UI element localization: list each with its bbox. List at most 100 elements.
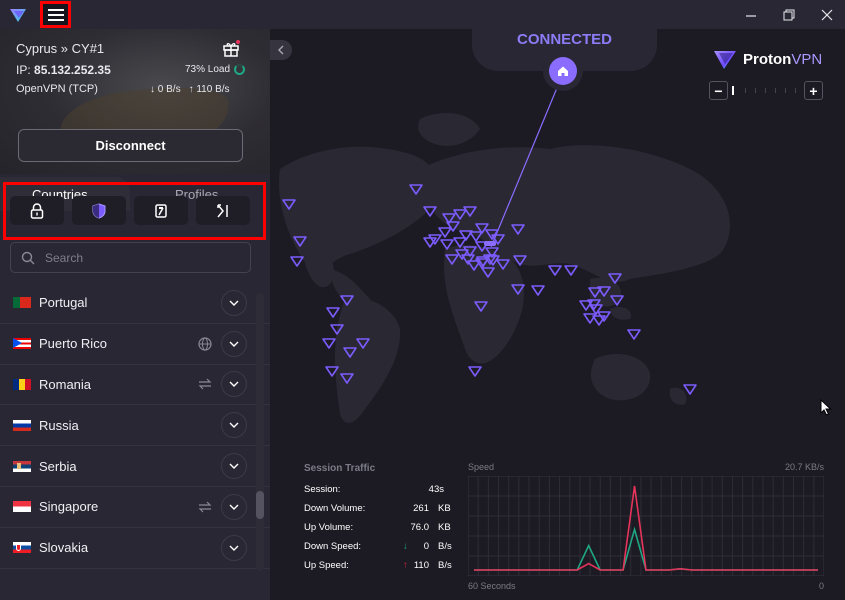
hamburger-menu-button[interactable] bbox=[40, 1, 71, 28]
country-row-romania[interactable]: Romania bbox=[0, 365, 270, 406]
chevron-down-icon bbox=[229, 341, 239, 347]
country-name: Serbia bbox=[39, 458, 77, 474]
expand-button[interactable] bbox=[221, 289, 247, 316]
minimize-icon bbox=[746, 14, 756, 17]
speed-chart-x-start: 60 Seconds bbox=[468, 581, 516, 591]
server-marker[interactable] bbox=[290, 256, 304, 267]
server-marker[interactable] bbox=[564, 265, 578, 276]
chevron-down-icon bbox=[229, 422, 239, 429]
expand-button[interactable] bbox=[221, 412, 247, 439]
server-marker[interactable] bbox=[322, 338, 336, 349]
chevron-down-icon bbox=[229, 300, 239, 306]
restore-icon bbox=[783, 9, 795, 20]
zoom-in-button[interactable]: + bbox=[804, 81, 823, 100]
country-row-puerto-rico[interactable]: Puerto Rico bbox=[0, 324, 270, 365]
home-location-button[interactable] bbox=[549, 57, 577, 85]
server-marker[interactable] bbox=[627, 329, 641, 340]
protonvpn-logo-icon bbox=[10, 9, 26, 22]
scrollbar-thumb[interactable] bbox=[256, 491, 264, 519]
connected-server-marker[interactable] bbox=[484, 241, 496, 246]
restore-button[interactable] bbox=[770, 0, 808, 29]
shield-icon bbox=[92, 202, 106, 219]
speed-chart-plot bbox=[468, 476, 824, 576]
zoom-slider[interactable] bbox=[731, 85, 799, 97]
mouse-cursor-icon bbox=[820, 399, 832, 416]
country-name: Puerto Rico bbox=[39, 336, 107, 352]
stat-down-volume: Down Volume: 261 KB bbox=[304, 503, 451, 514]
stat-down-speed: Down Speed: ↓ 0 B/s bbox=[304, 541, 452, 552]
p2p-icon bbox=[197, 499, 213, 515]
scrollbar-track[interactable] bbox=[256, 293, 264, 571]
expand-button[interactable] bbox=[221, 493, 247, 520]
country-row-serbia[interactable]: Serbia bbox=[0, 446, 270, 487]
server-marker[interactable] bbox=[531, 285, 545, 296]
connection-speeds: ↓ 0 B/s ↑ 110 B/s bbox=[150, 84, 230, 95]
home-icon bbox=[558, 66, 568, 76]
kill-switch-button[interactable] bbox=[134, 196, 188, 225]
slovakia-flag-icon bbox=[13, 542, 31, 554]
map-zoom-control: − + bbox=[709, 81, 824, 101]
expand-button[interactable] bbox=[221, 453, 247, 480]
ip-address: IP: 85.132.252.35 bbox=[16, 63, 111, 77]
connection-status: CONNECTED bbox=[516, 31, 612, 48]
country-name: Portugal bbox=[39, 295, 88, 311]
disconnect-button[interactable]: Disconnect bbox=[18, 129, 243, 162]
country-name: Slovakia bbox=[39, 540, 89, 556]
country-list: Portugal Puerto Rico Romania Russia Serb… bbox=[0, 283, 270, 569]
close-icon bbox=[821, 9, 833, 20]
stat-up-volume: Up Volume: 76.0 KB bbox=[304, 522, 451, 533]
close-button[interactable] bbox=[808, 0, 845, 29]
country-row-portugal[interactable]: Portugal bbox=[0, 283, 270, 324]
country-row-russia[interactable]: Russia bbox=[0, 405, 270, 447]
country-name: Russia bbox=[39, 417, 79, 433]
speed-chart: Speed 20.7 KB/s 60 Seconds 0 bbox=[466, 462, 826, 597]
connection-panel: Cyprus » CY#1 IP: 85.132.252.35 OpenVPN … bbox=[0, 29, 270, 174]
serbia-flag-icon bbox=[13, 460, 31, 472]
speed-chart-x-end: 0 bbox=[818, 581, 824, 591]
lock-icon bbox=[30, 202, 44, 219]
search-input[interactable]: Search bbox=[10, 242, 251, 273]
port-forwarding-button[interactable] bbox=[196, 196, 250, 225]
server-marker[interactable] bbox=[468, 366, 482, 377]
expand-button[interactable] bbox=[221, 330, 247, 357]
kill-switch-icon bbox=[155, 203, 167, 218]
server-marker[interactable] bbox=[683, 384, 697, 395]
server-load: 73% Load bbox=[185, 64, 246, 75]
country-name: Romania bbox=[39, 376, 92, 392]
singapore-flag-icon bbox=[13, 501, 31, 513]
chevron-left-icon bbox=[278, 45, 284, 55]
minimize-button[interactable] bbox=[732, 0, 770, 29]
secure-core-button[interactable] bbox=[10, 196, 64, 225]
chevron-down-icon bbox=[229, 545, 239, 551]
arrow-up-icon: ↑ bbox=[403, 560, 408, 571]
country-row-singapore[interactable]: Singapore bbox=[0, 487, 270, 528]
portugal-flag-icon bbox=[13, 297, 31, 309]
server-marker[interactable] bbox=[326, 307, 340, 318]
country-row-slovakia[interactable]: Slovakia bbox=[0, 528, 270, 569]
puerto-rico-flag-icon bbox=[13, 338, 31, 350]
protocol-label: OpenVPN (TCP) bbox=[16, 83, 98, 95]
expand-button[interactable] bbox=[221, 371, 247, 398]
collapse-sidebar-button[interactable] bbox=[270, 40, 292, 60]
chart-frame bbox=[468, 476, 824, 576]
russia-flag-icon bbox=[13, 419, 31, 431]
chevron-down-icon bbox=[229, 381, 239, 388]
zoom-out-button[interactable]: − bbox=[709, 81, 728, 100]
globe-icon bbox=[197, 336, 213, 352]
server-marker[interactable] bbox=[548, 265, 562, 276]
expand-button[interactable] bbox=[221, 534, 247, 561]
load-ring-icon bbox=[234, 64, 246, 75]
netshield-button[interactable] bbox=[72, 196, 126, 225]
romania-flag-icon bbox=[13, 378, 31, 390]
protonvpn-logo-icon bbox=[714, 51, 736, 69]
search-icon bbox=[21, 251, 35, 264]
speed-chart-title: Speed bbox=[468, 462, 495, 472]
gift-icon[interactable] bbox=[222, 40, 240, 58]
session-traffic-title: Session Traffic bbox=[304, 463, 376, 474]
country-name: Singapore bbox=[39, 499, 99, 515]
chevron-down-icon bbox=[229, 463, 239, 470]
stat-up-speed: Up Speed: ↑ 110 B/s bbox=[304, 560, 452, 571]
hamburger-menu-icon bbox=[47, 8, 64, 21]
speed-chart-max: 20.7 KB/s bbox=[784, 462, 824, 472]
chevron-down-icon bbox=[229, 504, 239, 510]
